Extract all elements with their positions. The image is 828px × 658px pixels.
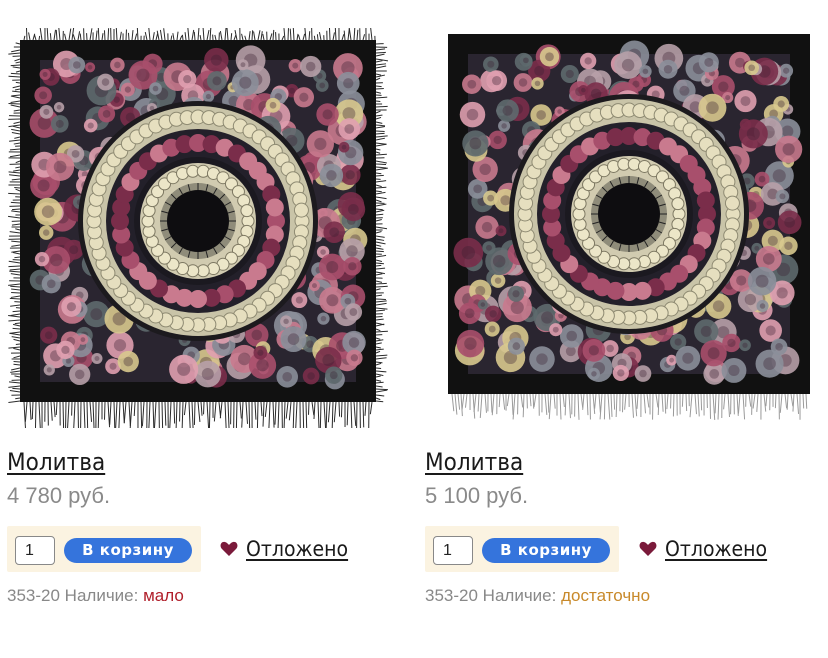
wishlist-link[interactable]: Отложено bbox=[639, 537, 767, 561]
buy-box: В корзину bbox=[425, 526, 619, 572]
product-card: Молитва 5 100 руб. В корзину Отложено 35… bbox=[420, 0, 820, 658]
product-title-link[interactable]: Молитва bbox=[425, 448, 523, 476]
add-to-cart-button[interactable]: В корзину bbox=[482, 538, 610, 563]
availability-label: Наличие: bbox=[64, 586, 139, 605]
wishlist-label: Отложено bbox=[665, 537, 768, 561]
product-price: 4 780 руб. bbox=[7, 483, 111, 508]
medallion bbox=[78, 101, 318, 341]
wishlist-link[interactable]: Отложено bbox=[220, 537, 348, 561]
fringe bbox=[451, 393, 808, 420]
availability-value: мало bbox=[143, 586, 184, 605]
quantity-input[interactable] bbox=[433, 536, 473, 565]
product-price: 5 100 руб. bbox=[425, 483, 529, 508]
product-title-link[interactable]: Молитва bbox=[7, 448, 105, 476]
heart-icon bbox=[220, 541, 238, 556]
availability-label: Наличие: bbox=[482, 586, 557, 605]
quantity-input[interactable] bbox=[15, 536, 55, 565]
add-to-cart-button[interactable]: В корзину bbox=[64, 538, 192, 563]
product-image[interactable] bbox=[8, 28, 408, 433]
medallion bbox=[509, 94, 749, 334]
sku: 353-20 bbox=[425, 586, 478, 605]
heart-icon bbox=[639, 541, 657, 556]
product-image[interactable] bbox=[440, 28, 828, 433]
availability-value: достаточно bbox=[561, 586, 651, 605]
product-card: Молитва 4 780 руб. В корзину Отложено 35… bbox=[0, 0, 400, 658]
stock-info: 353-20 Наличие: достаточно bbox=[425, 586, 650, 606]
buy-box: В корзину bbox=[7, 526, 201, 572]
sku: 353-20 bbox=[7, 586, 60, 605]
stock-info: 353-20 Наличие: мало bbox=[7, 586, 184, 606]
wishlist-label: Отложено bbox=[246, 537, 349, 561]
